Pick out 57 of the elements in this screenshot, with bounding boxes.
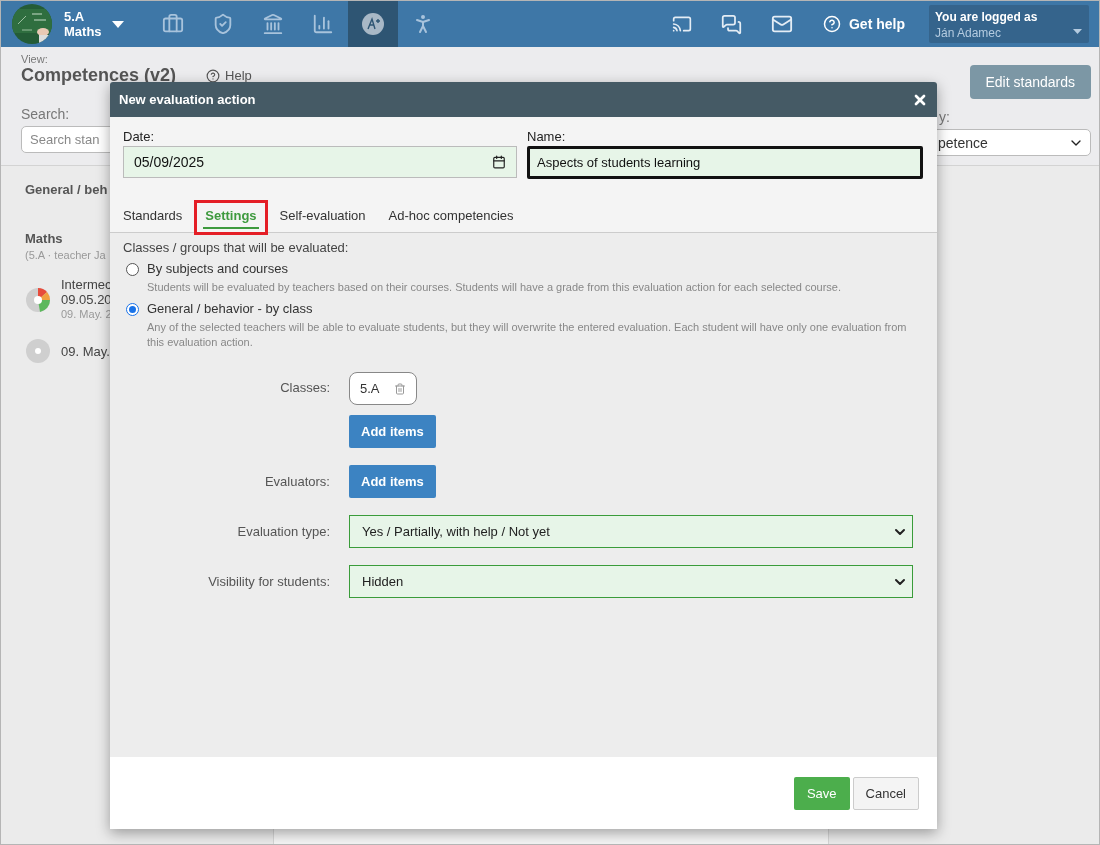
visibility-select[interactable]: Hidden (349, 565, 913, 598)
evaluation-type-select[interactable]: Yes / Partially, with help / Not yet (349, 515, 913, 548)
cast-icon[interactable] (672, 14, 692, 34)
briefcase-icon (161, 13, 184, 35)
add-items-button[interactable]: Add items (349, 465, 436, 498)
name-field[interactable]: Aspects of students learning (527, 146, 923, 179)
classes-label: Classes: (279, 380, 330, 395)
chip-label: 5.A (360, 381, 380, 396)
user-menu[interactable]: You are logged as Ján Adamec (929, 5, 1089, 43)
help-icon (206, 68, 221, 83)
add-items-button[interactable]: Add items (349, 415, 436, 448)
date-label: Date: (123, 129, 156, 144)
search-label: Search: (21, 106, 70, 122)
name-label: Name: (527, 129, 567, 144)
user-label: You are logged as (935, 10, 1039, 24)
option-description: Students will be evaluated by teachers based on their courses. Students will have a grade from this evaluation action for each selected course. (147, 280, 842, 295)
option-label: By subjects and courses (147, 261, 289, 276)
bar-chart-icon (311, 13, 334, 35)
progress-pie-icon (25, 286, 51, 313)
tab[interactable]: Standards (115, 203, 191, 232)
help-icon (823, 15, 841, 33)
item-title: Intermec (61, 277, 112, 292)
bank-icon (261, 13, 284, 35)
radio-button[interactable] (126, 263, 139, 276)
caret-icon[interactable] (111, 20, 124, 28)
evaluators-label: Evaluators: (263, 474, 330, 489)
module-tab[interactable] (347, 1, 398, 47)
section-label: Classes / groups that will be evaluated: (123, 240, 350, 255)
trash-icon[interactable] (393, 382, 406, 395)
caret-icon (1073, 29, 1082, 34)
help-link[interactable]: Help (206, 68, 252, 83)
sort-label: y: (938, 109, 950, 125)
group-subtitle: (5.A · teacher Ja (25, 249, 106, 261)
calendar-icon (492, 155, 506, 169)
chat-icon[interactable] (721, 13, 743, 35)
get-help-link[interactable]: Get help (823, 1, 905, 47)
item-title: 09. May. (61, 343, 110, 359)
evaluation-type-label: Evaluation type: (236, 524, 330, 539)
user-name: Ján Adamec (935, 26, 1002, 40)
empty-progress-icon (25, 338, 51, 364)
grade-icon (361, 13, 384, 35)
view-label: View: (21, 53, 49, 65)
class-name: 5.A (64, 9, 86, 24)
option-label: General / behavior - by class (147, 301, 314, 316)
date-field[interactable]: 05/09/2025 (123, 146, 517, 178)
cancel-button[interactable]: Cancel (852, 776, 919, 810)
tab[interactable]: Ad-hoc competencies (380, 203, 522, 232)
tab[interactable]: Self-evaluation (271, 203, 374, 232)
dialog-title: New evaluation action (119, 92, 256, 107)
group-title: General / beh (25, 182, 108, 197)
radio-button[interactable] (126, 303, 139, 316)
option-description: Any of the selected teachers will be able to evaluate students, but they will overwrite the entered evaluation. Each student will have only one evaluation from this evaluation action. (147, 320, 908, 350)
mail-icon[interactable] (771, 13, 793, 35)
subject-name: Maths (64, 24, 102, 39)
group-title: Maths (25, 231, 63, 246)
visibility-label: Visibility for students: (207, 574, 330, 589)
item-date: 09.05.20 (61, 292, 112, 307)
